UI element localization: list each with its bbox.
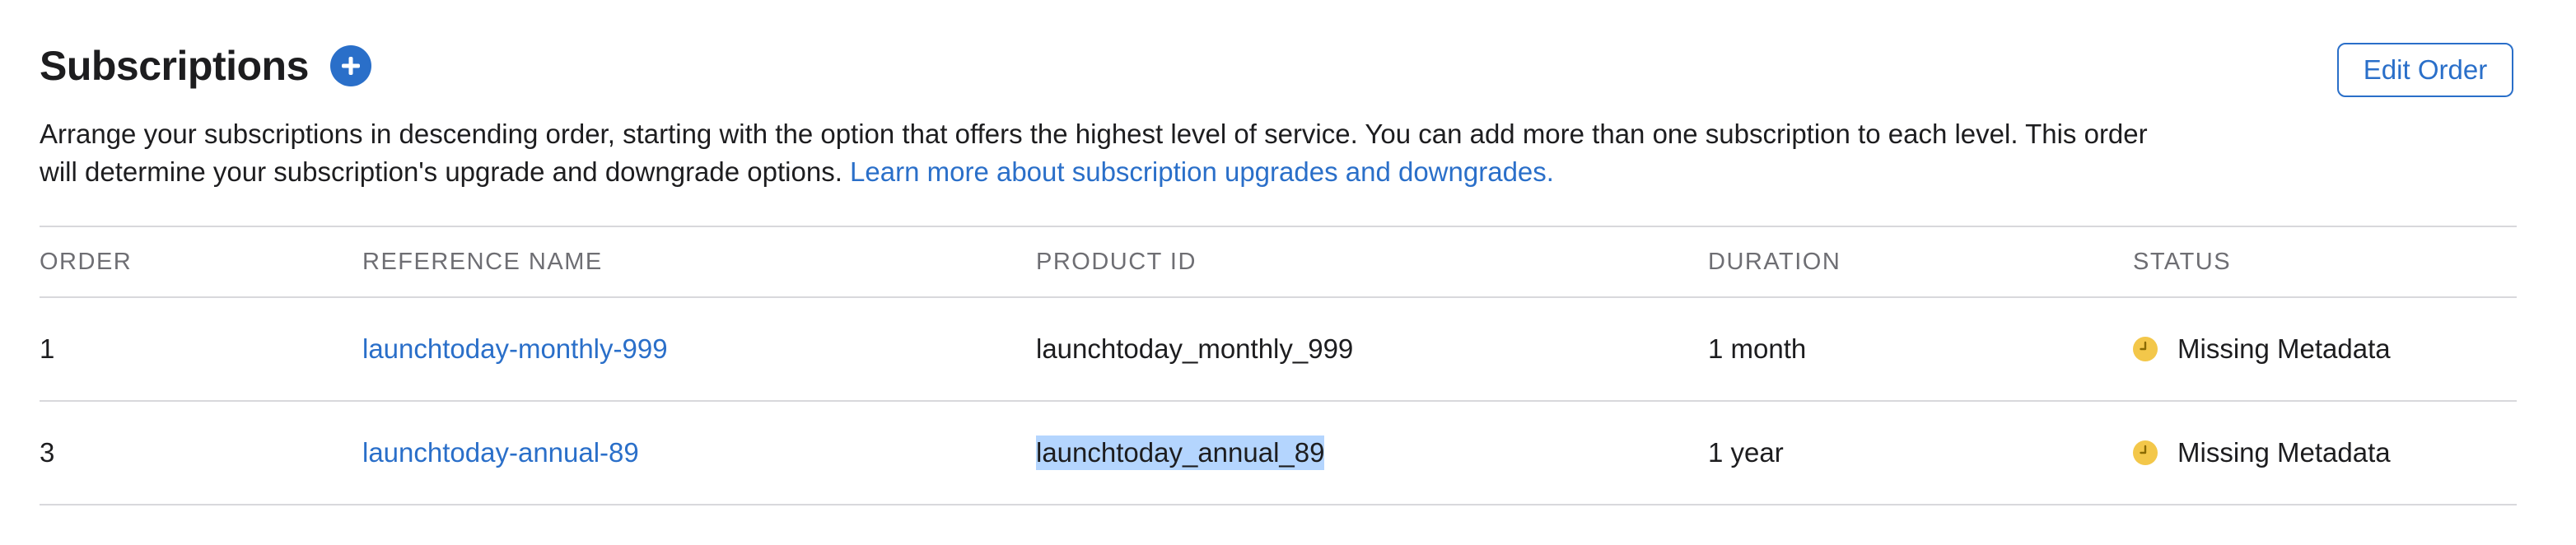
- row-status-cell: Missing Metadata: [2133, 402, 2391, 504]
- clock-icon: [2133, 337, 2158, 361]
- column-header-product-id: PRODUCT ID: [1036, 248, 1197, 275]
- table-row: 1 launchtoday-monthly-999 launchtoday_mo…: [40, 298, 2517, 400]
- clock-icon: [2133, 440, 2158, 465]
- row-order: 3: [40, 437, 55, 468]
- status-text: Missing Metadata: [2177, 333, 2391, 364]
- row-divider: [40, 504, 2517, 505]
- description-line-1: Arrange your subscriptions in descending…: [40, 119, 2148, 149]
- product-id-text: launchtoday_monthly_999: [1036, 333, 1354, 364]
- row-status-cell: Missing Metadata: [2133, 298, 2391, 400]
- row-order: 1: [40, 333, 55, 364]
- description-line-2-wrapper: will determine your subscription's upgra…: [40, 153, 2312, 191]
- table-header-row: ORDER REFERENCE NAME PRODUCT ID DURATION…: [40, 227, 2517, 296]
- plus-circle-icon: [341, 57, 360, 75]
- row-product-id-cell: launchtoday_monthly_999: [1036, 298, 1353, 400]
- reference-name-link[interactable]: launchtoday-monthly-999: [362, 333, 668, 365]
- section-header: Subscriptions: [40, 36, 371, 95]
- description-line-2: will determine your subscription's upgra…: [40, 156, 842, 187]
- column-header-duration: DURATION: [1708, 248, 1841, 275]
- row-reference-name-cell: launchtoday-monthly-999: [362, 298, 668, 400]
- row-duration: 1 year: [1708, 437, 1784, 468]
- row-reference-name-cell: launchtoday-annual-89: [362, 402, 639, 504]
- reference-name-link[interactable]: launchtoday-annual-89: [362, 437, 639, 468]
- subscriptions-table: ORDER REFERENCE NAME PRODUCT ID DURATION…: [40, 226, 2517, 505]
- learn-more-link[interactable]: Learn more about subscription upgrades a…: [850, 156, 1554, 187]
- page-title: Subscriptions: [40, 43, 309, 89]
- column-header-reference-name: REFERENCE NAME: [362, 248, 603, 275]
- row-duration: 1 month: [1708, 333, 1807, 364]
- product-id-text-selected: launchtoday_annual_89: [1036, 436, 1325, 470]
- add-subscription-button[interactable]: [329, 45, 371, 86]
- row-product-id-cell: launchtoday_annual_89: [1036, 402, 1325, 504]
- table-row: 3 launchtoday-annual-89 launchtoday_annu…: [40, 402, 2517, 504]
- column-header-status: STATUS: [2133, 248, 2232, 275]
- edit-order-button[interactable]: Edit Order: [2337, 43, 2513, 97]
- column-header-order: ORDER: [40, 248, 133, 275]
- description-text: Arrange your subscriptions in descending…: [40, 115, 2312, 191]
- status-text: Missing Metadata: [2177, 437, 2391, 468]
